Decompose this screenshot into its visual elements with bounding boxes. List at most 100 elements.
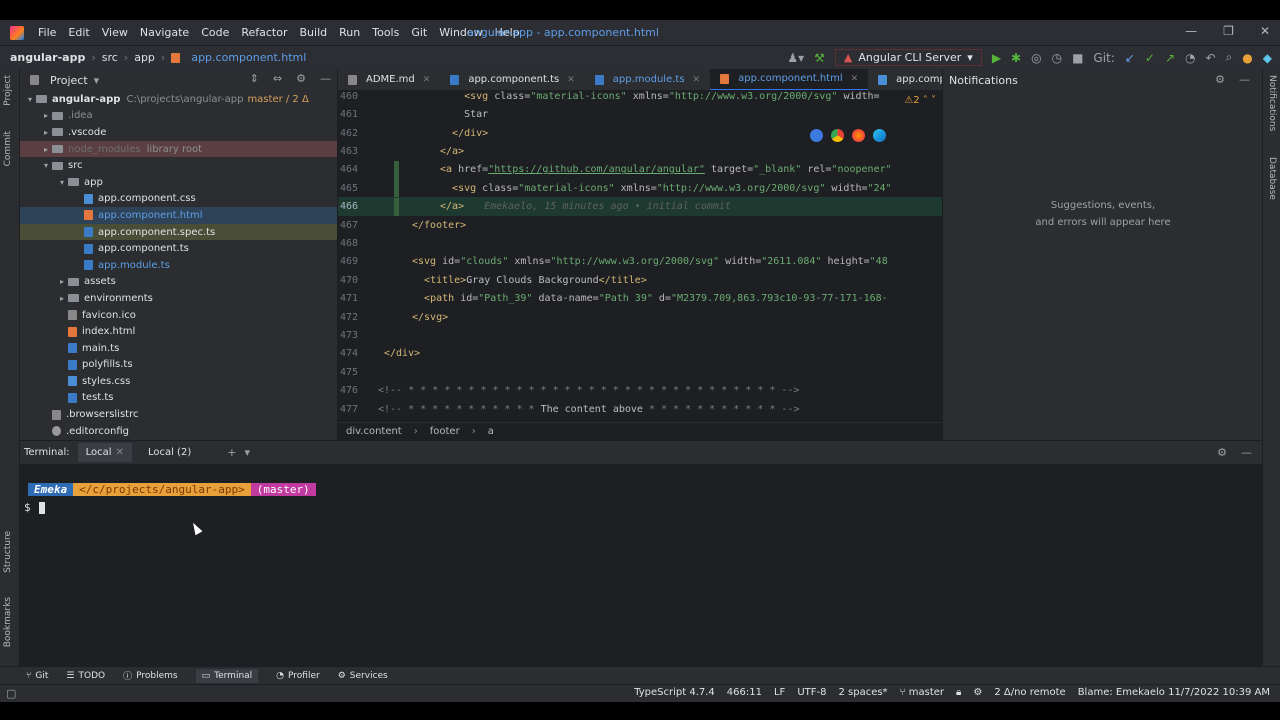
- commit-tool-button[interactable]: Commit: [3, 131, 13, 166]
- tree-item[interactable]: app.component.html: [20, 207, 337, 224]
- stop-icon[interactable]: ■: [1072, 51, 1083, 65]
- expand-arrow-icon[interactable]: ▸: [56, 277, 68, 286]
- updates-icon[interactable]: ●: [1242, 51, 1252, 65]
- restore-button[interactable]: ❐: [1223, 24, 1234, 38]
- status-indent[interactable]: 2 spaces*: [838, 687, 887, 698]
- lock-icon[interactable]: 🔒︎: [956, 687, 961, 698]
- tool-profiler[interactable]: ◔ Profiler: [276, 671, 320, 681]
- close-icon[interactable]: ✕: [567, 75, 575, 85]
- notifications-tool-button[interactable]: Notifications: [1267, 75, 1277, 131]
- expand-arrow-icon[interactable]: ▸: [40, 111, 52, 120]
- menu-code[interactable]: Code: [195, 26, 235, 39]
- tree-item[interactable]: test.ts: [20, 390, 337, 407]
- tree-item[interactable]: app.component.css: [20, 191, 337, 208]
- project-panel-title[interactable]: Project: [50, 74, 88, 87]
- menu-build[interactable]: Build: [294, 26, 334, 39]
- jetbrains-ai-icon[interactable]: ◆: [1263, 51, 1272, 65]
- editor-tab[interactable]: app.component.css✕: [868, 69, 942, 90]
- editor-tab[interactable]: ADME.md ✕: [338, 69, 440, 90]
- gear-icon[interactable]: ⚙: [1217, 446, 1227, 459]
- debug-icon[interactable]: ✱: [1011, 51, 1021, 65]
- tree-item[interactable]: app.module.ts: [20, 257, 337, 274]
- tree-item[interactable]: polyfills.ts: [20, 357, 337, 374]
- expand-all-icon[interactable]: ⇕: [250, 72, 259, 85]
- menu-run[interactable]: Run: [333, 26, 366, 39]
- menu-navigate[interactable]: Navigate: [134, 26, 195, 39]
- tree-item[interactable]: ▸ .vscode: [20, 124, 337, 141]
- search-icon[interactable]: ⌕: [1226, 50, 1233, 65]
- menu-view[interactable]: View: [96, 26, 134, 39]
- tool-terminal[interactable]: ▭ Terminal: [195, 668, 259, 683]
- git-update-icon[interactable]: ↙: [1125, 51, 1135, 65]
- minimize-button[interactable]: —: [1185, 24, 1197, 38]
- history-icon[interactable]: ◔: [1185, 51, 1195, 65]
- git-push-icon[interactable]: ↗: [1165, 51, 1175, 65]
- hide-icon[interactable]: —: [1241, 446, 1252, 459]
- tree-item[interactable]: .browserslistrc: [20, 406, 337, 423]
- new-tab-icon[interactable]: +: [227, 446, 236, 459]
- menu-refactor[interactable]: Refactor: [235, 26, 293, 39]
- database-tool-button[interactable]: Database: [1267, 157, 1277, 200]
- rollback-icon[interactable]: ↶: [1205, 51, 1215, 65]
- crumb-file[interactable]: app.component.html: [191, 51, 306, 64]
- firefox-icon[interactable]: [852, 129, 865, 142]
- edge-icon[interactable]: [873, 129, 886, 142]
- tree-item[interactable]: app.component.ts: [20, 240, 337, 257]
- vcs-change-marker[interactable]: [394, 160, 399, 179]
- crumb-src[interactable]: src: [102, 51, 118, 64]
- webstorm-preview-icon[interactable]: [810, 129, 823, 142]
- hide-icon[interactable]: —: [320, 72, 331, 85]
- crumb-a[interactable]: a: [488, 426, 494, 437]
- tree-item[interactable]: app.component.spec.ts: [20, 223, 337, 241]
- editor-tab[interactable]: app.component.ts ✕: [440, 69, 584, 90]
- tree-item[interactable]: ▾ app: [20, 174, 337, 191]
- expand-arrow-icon[interactable]: ▸: [56, 294, 68, 303]
- editor-tab[interactable]: app.module.ts ✕: [585, 69, 710, 90]
- gear-icon[interactable]: ⚙: [296, 72, 306, 85]
- terminal-output[interactable]: Emeka </c/projects/angular-app> (master)…: [20, 464, 1262, 666]
- status-language[interactable]: TypeScript 4.7.4: [634, 687, 715, 698]
- vcs-change-marker[interactable]: [394, 197, 399, 216]
- status-line-separator[interactable]: LF: [774, 687, 785, 698]
- status-branch[interactable]: ⑂ master: [900, 687, 944, 698]
- chevron-down-icon[interactable]: ▾: [94, 74, 100, 87]
- coverage-icon[interactable]: ◎: [1031, 51, 1041, 65]
- tool-git[interactable]: ⑂ Git: [26, 671, 48, 681]
- terminal-tab-local-2[interactable]: Local (2): [140, 443, 199, 462]
- tree-item[interactable]: index.html: [20, 323, 337, 340]
- expand-arrow-icon[interactable]: ▸: [40, 145, 52, 154]
- menu-git[interactable]: Git: [405, 26, 433, 39]
- tree-item[interactable]: .editorconfig: [20, 423, 337, 440]
- tree-item[interactable]: ▾ src: [20, 157, 337, 174]
- menu-file[interactable]: File: [32, 26, 62, 39]
- expand-arrow-icon[interactable]: ▸: [40, 128, 52, 137]
- command-line[interactable]: $: [24, 501, 45, 514]
- expand-arrow-icon[interactable]: ▾: [24, 95, 36, 104]
- crumb-project[interactable]: angular-app: [10, 51, 85, 64]
- settings-icon[interactable]: ⚙: [973, 687, 982, 698]
- run-icon[interactable]: ▶: [992, 51, 1001, 65]
- collapse-all-icon[interactable]: ⇔: [273, 72, 282, 85]
- tree-item[interactable]: favicon.ico: [20, 307, 337, 324]
- crumb-app[interactable]: app: [134, 51, 155, 64]
- tree-item[interactable]: styles.css: [20, 373, 337, 390]
- hide-icon[interactable]: —: [1239, 73, 1250, 86]
- layout-icon[interactable]: ▢: [6, 687, 16, 700]
- tree-item[interactable]: ▾ angular-app C:\projects\angular-app maste…: [20, 91, 337, 108]
- git-commit-icon[interactable]: ✓: [1145, 51, 1155, 65]
- close-icon[interactable]: ✕: [851, 74, 859, 84]
- tree-item[interactable]: ▸ node_modules library root: [20, 140, 337, 158]
- menu-edit[interactable]: Edit: [62, 26, 95, 39]
- project-tool-button[interactable]: Project: [3, 75, 13, 106]
- close-icon[interactable]: ✕: [423, 75, 431, 85]
- tree-item[interactable]: ▸ .idea: [20, 108, 337, 125]
- status-vcs[interactable]: 2 Δ/no remote: [994, 687, 1065, 698]
- crumb-div-content[interactable]: div.content: [346, 426, 402, 437]
- chevron-down-icon[interactable]: ▾: [244, 446, 250, 459]
- tool-problems[interactable]: ⓘ Problems: [123, 669, 178, 683]
- profile-icon[interactable]: ◷: [1052, 51, 1062, 65]
- expand-arrow-icon[interactable]: ▾: [56, 178, 68, 187]
- close-icon[interactable]: ✕: [116, 447, 124, 458]
- tool-todo[interactable]: ☰ TODO: [66, 671, 105, 681]
- terminal-tab-local[interactable]: Local ✕: [77, 443, 132, 462]
